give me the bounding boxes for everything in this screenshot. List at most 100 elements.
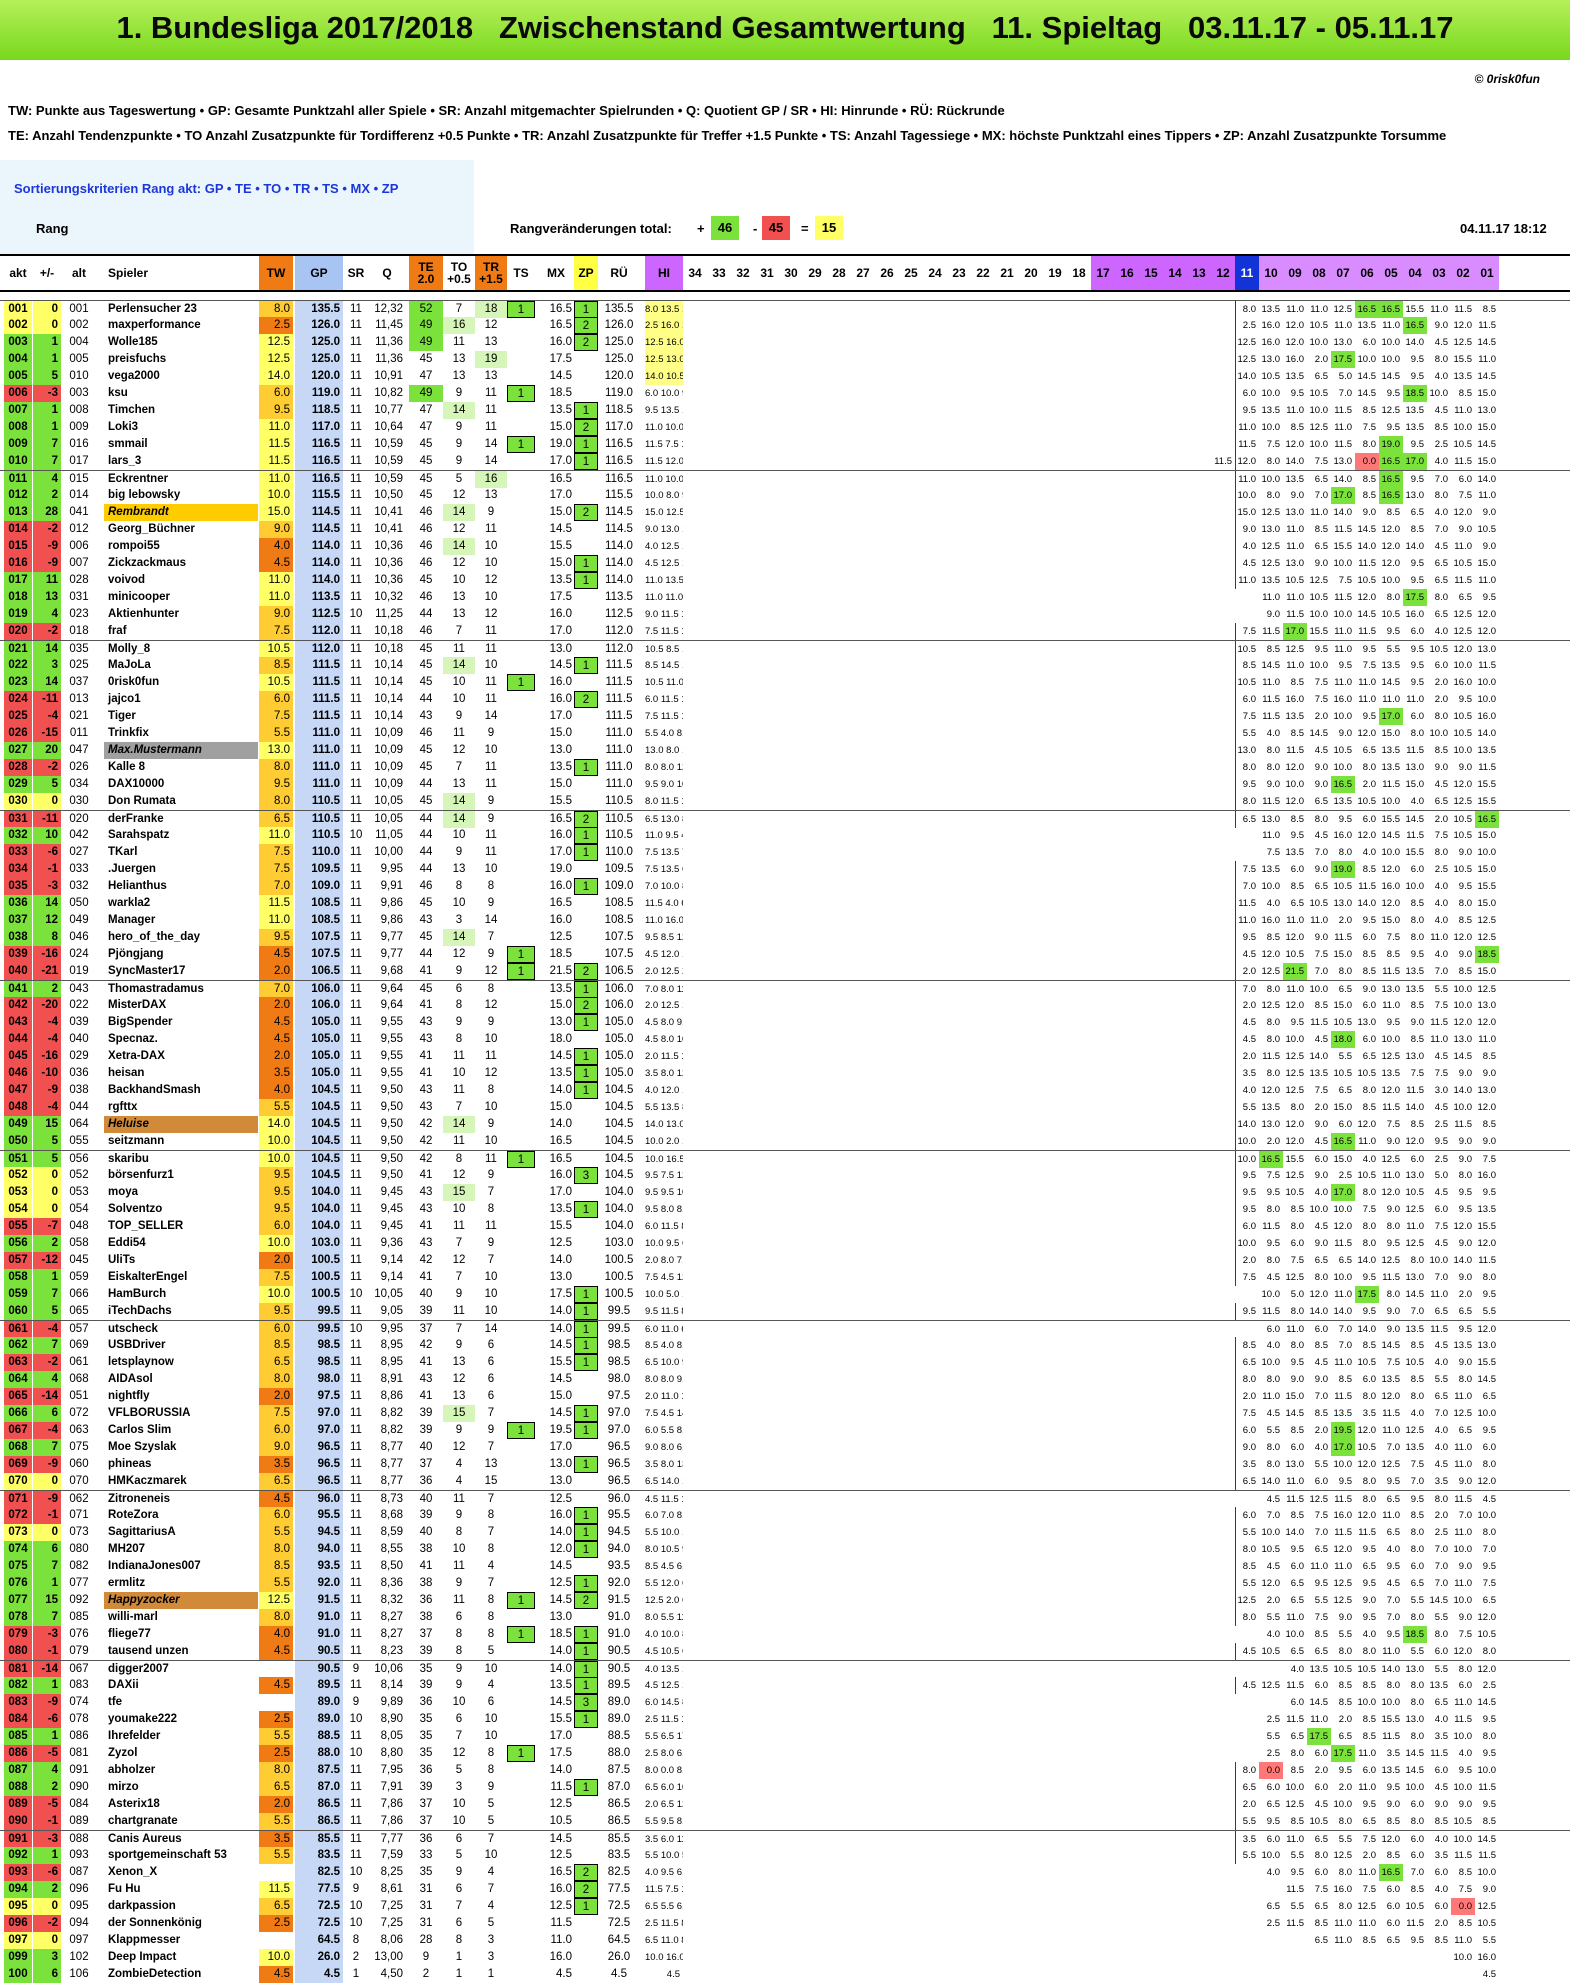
matchday-points: 7.0 [1338, 1324, 1352, 1335]
matchday-points: 8.5 [1458, 966, 1472, 977]
matchday-points: 13.5 [1381, 1765, 1401, 1776]
matchday-points: 12.0 [1261, 1085, 1281, 1096]
player-name: Helianthus [108, 880, 167, 892]
player-name: Don Rumata [108, 795, 176, 807]
col-header-matchday-02: 02 [1451, 256, 1475, 290]
matchday-points: 4.5 [1434, 337, 1448, 348]
matchday-points: 6.0 [1434, 1901, 1448, 1912]
q-value: 9,14 [380, 1271, 403, 1283]
matchday-points: 12.5 [1333, 1595, 1353, 1606]
rank-previous: 095 [69, 1900, 89, 1912]
matchday-points: 8.5 [1290, 1765, 1304, 1776]
gp-value: 91.0 [295, 1626, 343, 1643]
matchday-points: 4.0 [1434, 881, 1448, 892]
mx-value: 14.5 [549, 1339, 572, 1351]
hi-value: 2.0 11.0 15.0 7.0 11.5 8.0 12.0 8.0 6.5 … [645, 1391, 683, 1402]
matchday-points: 4.5 [1266, 1561, 1280, 1572]
mx-value: 18.5 [549, 948, 572, 960]
matchday-points: 7.5 [1235, 708, 1259, 725]
rank-previous: 077 [69, 1577, 89, 1589]
matchday-points: 11.0 [1235, 419, 1259, 436]
matchday-points: 7.5 [1386, 1357, 1400, 1368]
rank-current: 008 [4, 419, 32, 436]
q-value: 7,59 [380, 1849, 403, 1861]
ru-value: 114.5 [605, 523, 633, 535]
to-value: 10 [452, 693, 466, 705]
matchday-points: 14.5 [1309, 1697, 1329, 1708]
to-value: 9 [455, 846, 463, 858]
matchday-points: 5.5 [1482, 1935, 1496, 1946]
tr-value: 7 [487, 1577, 495, 1589]
mx-value: 17.5 [549, 353, 572, 365]
gp-value: 89.5 [295, 1677, 343, 1694]
zp-value: 1 [574, 572, 598, 589]
matchday-points: 13.0 [1381, 984, 1401, 995]
rank-change: 12 [33, 912, 61, 929]
gp-value: 104.5 [295, 1099, 343, 1116]
matchday-points: 4.5 [1482, 1494, 1496, 1505]
sr-value: 11 [350, 540, 362, 552]
rank-current: 077 [4, 1592, 32, 1609]
matchday-points: 12.0 [1477, 609, 1497, 620]
te-value: 41 [419, 1271, 433, 1283]
sr-value: 11 [350, 846, 362, 858]
to-value: 9 [455, 1577, 463, 1589]
matchday-points: 9.0 [1386, 1136, 1400, 1147]
table-row: 068 7 075 Moe Szyslak 9.0 96.5 11 8,77 40 12 7 17.0… [0, 1439, 1570, 1456]
matchday-points: 2.5 [1266, 1748, 1280, 1759]
matchday-points: 11.0 [1262, 1391, 1280, 1402]
matchday-points: 14.5 [1285, 1408, 1305, 1419]
ru-value: 103.0 [604, 1237, 634, 1249]
matchday-points: 13.0 [1405, 1272, 1425, 1283]
matchday-points: 10.0 [1405, 881, 1425, 892]
rank-current: 084 [4, 1711, 32, 1728]
matchday-points: 8.5 [1235, 657, 1259, 674]
q-value: 7,86 [380, 1815, 403, 1827]
hi-value: 4.5 8.0 9.5 11.5 10.5 13.0 9.5 9.0 11.5 … [645, 1017, 683, 1028]
ru-value: 105.0 [604, 1067, 634, 1079]
player-name: Perlensucher 23 [108, 303, 197, 315]
matchday-points: 6.5 [1266, 1901, 1280, 1912]
hi-value: 2.0 8.0 7.5 6.5 6.5 14.0 12.5 8.0 10.0 1… [645, 1255, 683, 1266]
matchday-points: 12.0 [1261, 1578, 1281, 1589]
q-value: 9,64 [380, 999, 403, 1011]
matchday-points: 7.5 [1458, 490, 1472, 501]
to-value: 8 [455, 1153, 463, 1165]
ts-value [507, 623, 535, 640]
matchday-points: 9.0 [1235, 521, 1259, 538]
matchday-points: 17.0 [1331, 1439, 1355, 1456]
gp-value: 114.0 [295, 555, 343, 572]
gp-value: 93.5 [295, 1558, 343, 1575]
matchday-points: 9.0 [1314, 762, 1328, 773]
matchday-points: 8.0 [1290, 1102, 1304, 1113]
rank-current: 080 [4, 1643, 32, 1660]
sr-value: 11 [350, 1016, 362, 1028]
gp-value: 100.5 [295, 1252, 343, 1269]
sr-value: 11 [350, 1050, 362, 1062]
table-row: 018 13 031 minicooper 11.0 113.5 11 10,32 46 13 10… [0, 589, 1570, 606]
sr-value: 11 [350, 1798, 362, 1810]
matchday-points: 5.5 [1338, 1834, 1352, 1845]
matchday-points: 4.5 [1266, 1494, 1280, 1505]
matchday-points: 5.5 [1434, 1612, 1448, 1623]
matchday-points: 9.0 [1482, 507, 1496, 518]
matchday-points: 13.0 [1285, 1459, 1305, 1470]
tr-value: 5 [487, 1798, 495, 1810]
rank-change: -6 [33, 844, 61, 861]
matchday-points: 11.5 [1262, 1221, 1280, 1232]
q-value: 9,55 [380, 1033, 403, 1045]
ts-value [507, 827, 535, 844]
zp-value [574, 674, 598, 691]
tr-value: 11 [485, 387, 497, 399]
tw-value: 7.5 [259, 708, 293, 725]
matchday-points: 13.5 [1405, 984, 1425, 995]
tw-value: 2.5 [259, 1915, 293, 1932]
rank-current: 044 [4, 1031, 32, 1048]
to-value: 11 [453, 727, 465, 739]
q-value: 11,45 [375, 319, 403, 331]
matchday-points: 9.5 [1235, 776, 1259, 793]
matchday-points: 9.5 [1362, 1306, 1376, 1317]
zp-value: 1 [574, 1286, 598, 1303]
sr-value: 11 [350, 455, 362, 467]
zp-value [574, 1762, 598, 1779]
